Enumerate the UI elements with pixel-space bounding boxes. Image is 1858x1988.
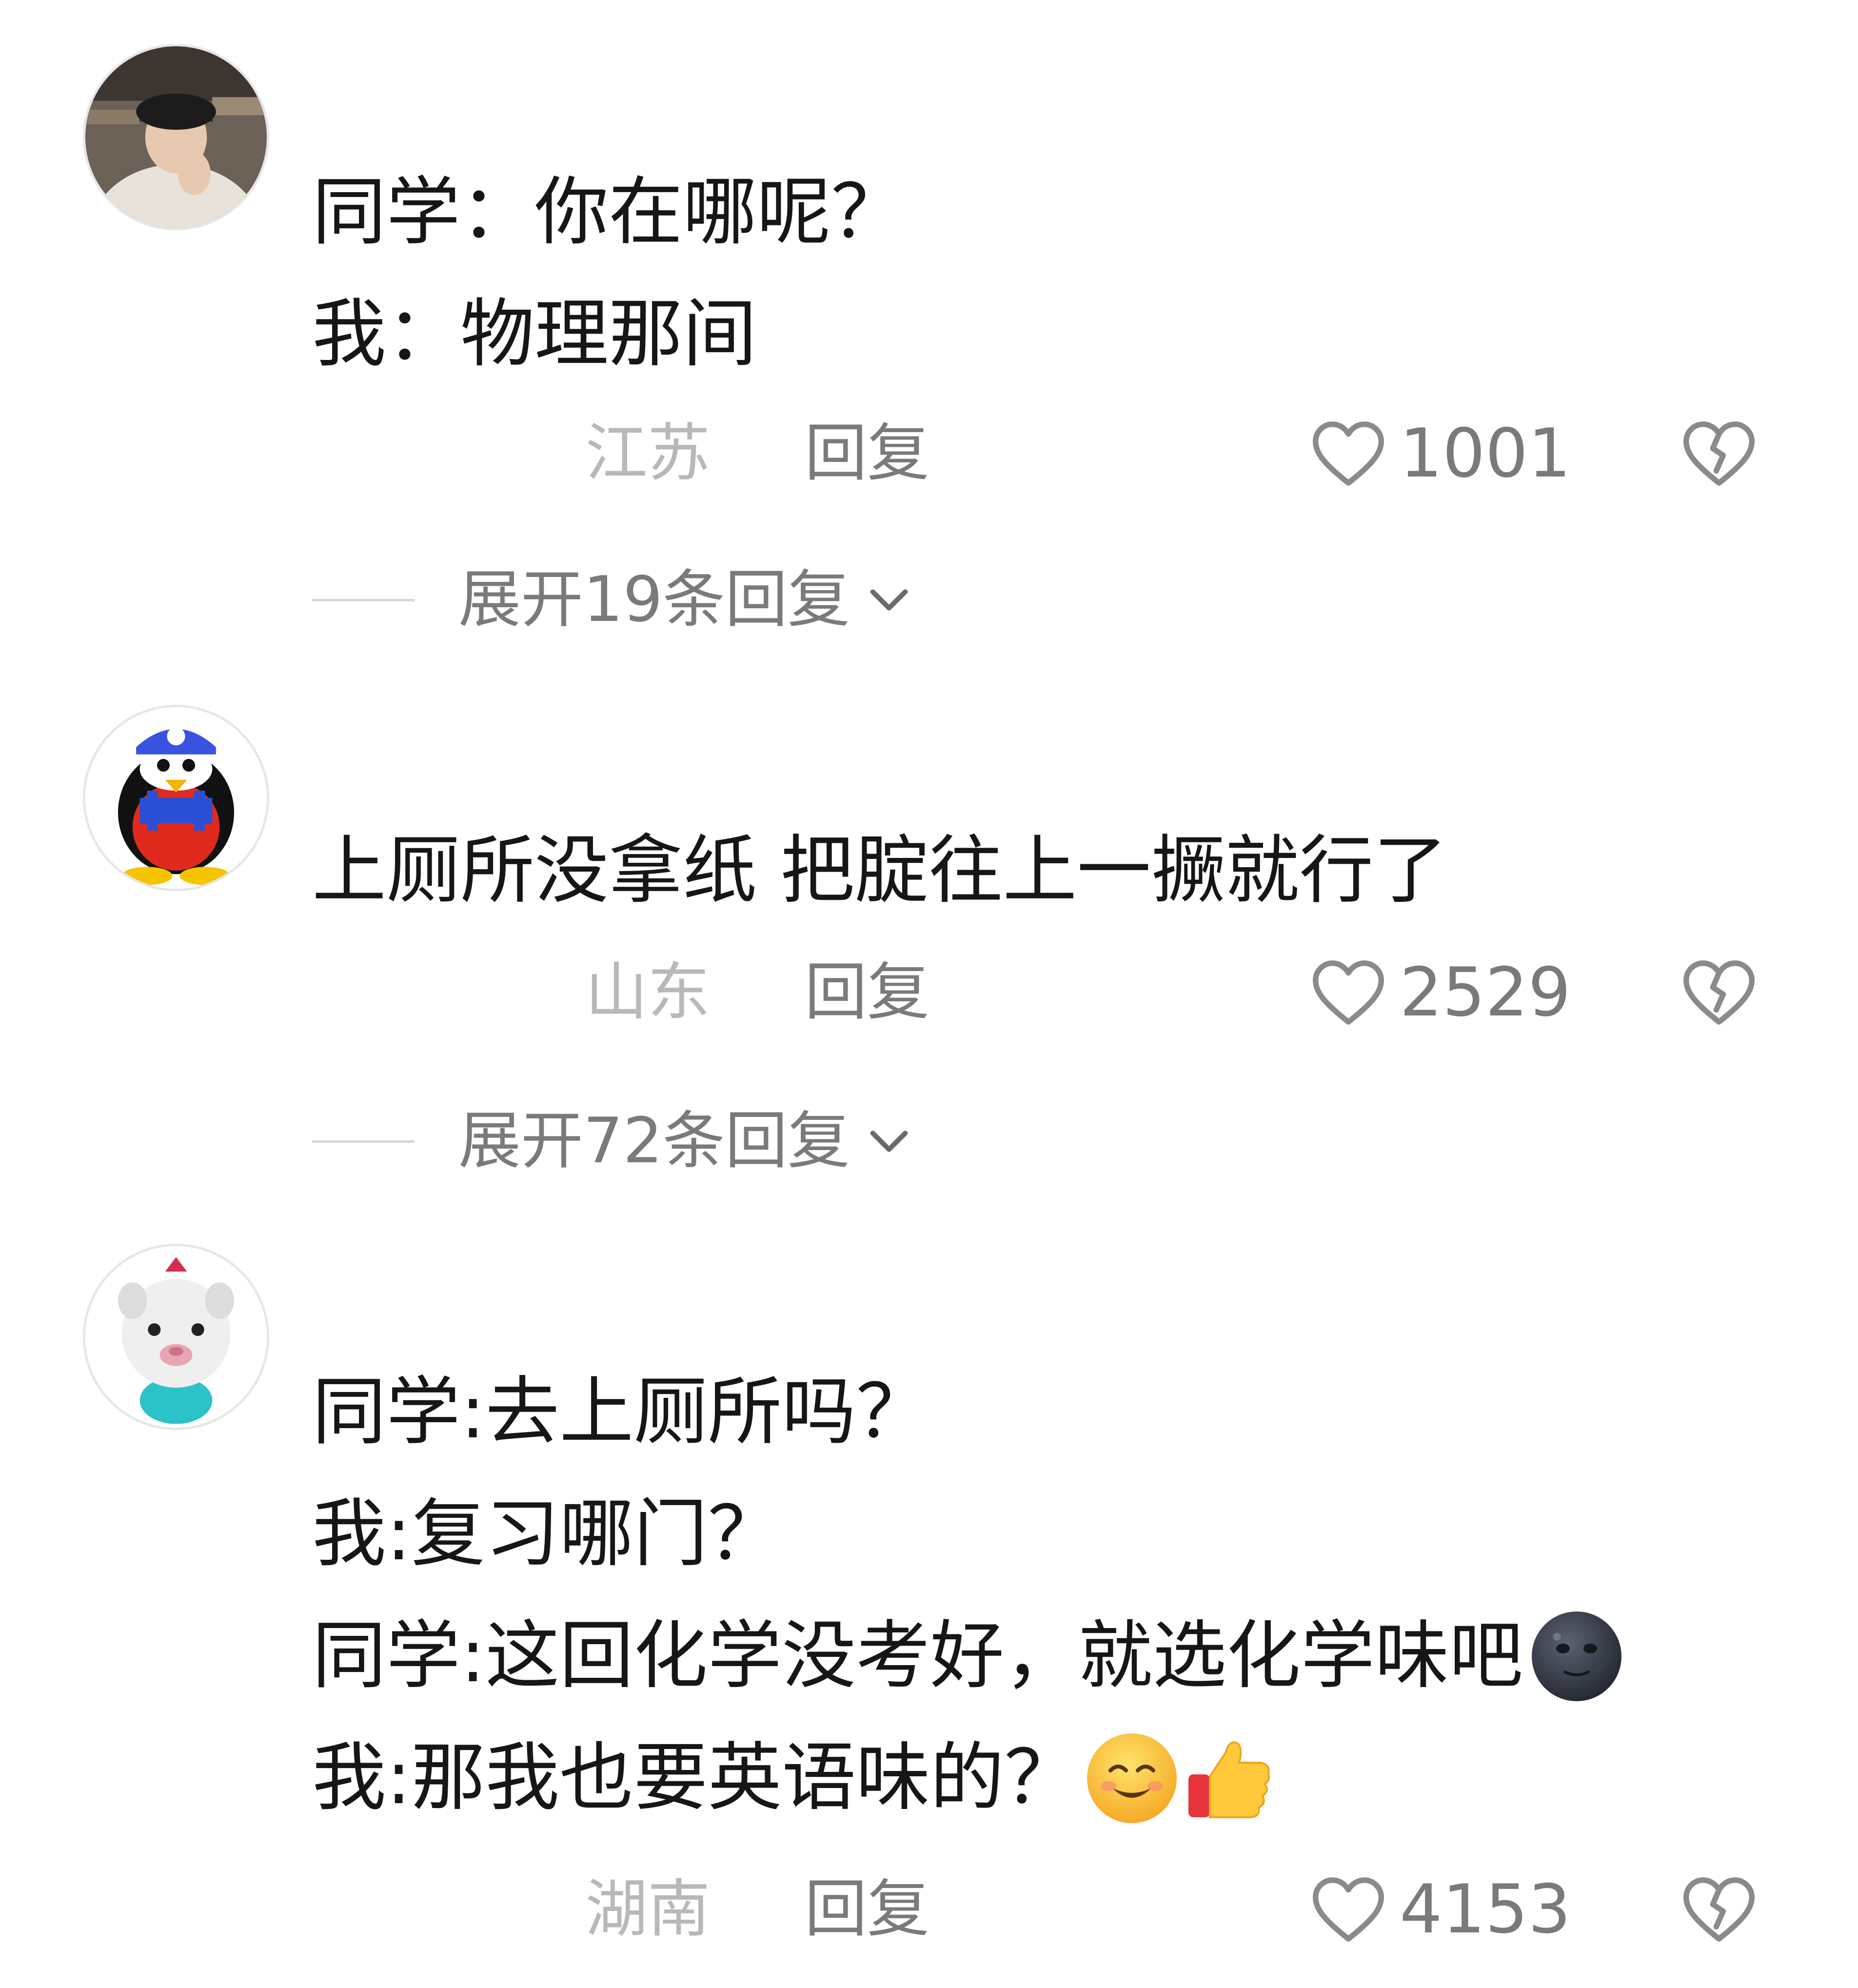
comment-meta: 湖南 回复 4153	[0, 1861, 1858, 1958]
expand-replies-label: 展开19条回复	[458, 563, 850, 636]
comment-line: 上厕所没拿纸 把腚往上一撅就行了	[312, 827, 1448, 914]
comment-line: 同学:去上厕所吗？	[312, 1369, 930, 1455]
comment-text: 上厕所没拿纸 把腚往上一撅就行了	[312, 810, 1775, 932]
comment-text: 同学：你在哪呢？ 我：物理那间	[312, 151, 1775, 395]
comment-meta: 山东 回复 2529	[0, 944, 1858, 1041]
expand-replies-label: 展开72条回复	[458, 1105, 850, 1177]
comment-line-text: 同学:这回化学没考好，就选化学味吧	[312, 1612, 1523, 1699]
comment-text: 同学:去上厕所吗？ 我:复习哪门？ 同学:这回化学没考好，就选化学味吧 我:那我…	[312, 1351, 1775, 1839]
like-button[interactable]: 4153	[1307, 1861, 1571, 1958]
comment-meta: 江苏 回复 1001	[0, 405, 1858, 502]
comment-line: 我:那我也要英语味的？	[312, 1717, 1775, 1839]
heart-outline-icon	[1313, 421, 1384, 486]
broken-heart-icon[interactable]	[1678, 412, 1760, 495]
heart-outline-icon	[1313, 960, 1384, 1025]
reply-button[interactable]: 回复	[805, 944, 929, 1041]
heart-outline-icon	[1313, 1877, 1384, 1942]
penguin-avatar	[85, 707, 267, 889]
comment-line-text: 我:那我也要英语味的？	[312, 1734, 1079, 1821]
like-count: 2529	[1400, 953, 1571, 1032]
avatar[interactable]	[83, 1244, 269, 1430]
hamster-avatar	[85, 1246, 267, 1428]
like-count: 1001	[1400, 414, 1571, 493]
like-button[interactable]: 1001	[1307, 405, 1571, 502]
comment-line: 同学：你在哪呢？	[312, 169, 905, 255]
chevron-down-icon	[870, 1131, 908, 1152]
reply-button[interactable]: 回复	[805, 1861, 929, 1958]
location-label: 江苏	[585, 417, 711, 490]
divider	[312, 598, 415, 601]
location-label: 湖南	[585, 1873, 711, 1946]
comment-line: 我：物理那间	[312, 291, 757, 377]
avatar[interactable]	[83, 705, 269, 891]
expand-replies-button[interactable]: 展开19条回复	[312, 551, 913, 649]
expand-replies-button[interactable]: 展开72条回复	[312, 1093, 913, 1190]
broken-heart-icon[interactable]	[1678, 1868, 1760, 1951]
comment-line: 同学:这回化学没考好，就选化学味吧	[312, 1595, 1775, 1717]
divider	[312, 1140, 415, 1143]
avatar[interactable]	[83, 44, 269, 230]
chevron-down-icon	[870, 589, 908, 611]
broken-heart-icon[interactable]	[1678, 951, 1760, 1034]
location-label: 山东	[585, 956, 711, 1029]
reply-button[interactable]: 回复	[805, 405, 929, 502]
comment-line: 我:复习哪门？	[312, 1491, 782, 1577]
user-photo-avatar	[85, 46, 267, 228]
new-moon-face-emoji	[1528, 1608, 1625, 1705]
like-button[interactable]: 2529	[1307, 944, 1571, 1041]
smiling-face-emoji	[1083, 1730, 1181, 1827]
like-count: 4153	[1400, 1870, 1571, 1948]
thumbs-up-emoji	[1181, 1730, 1278, 1827]
